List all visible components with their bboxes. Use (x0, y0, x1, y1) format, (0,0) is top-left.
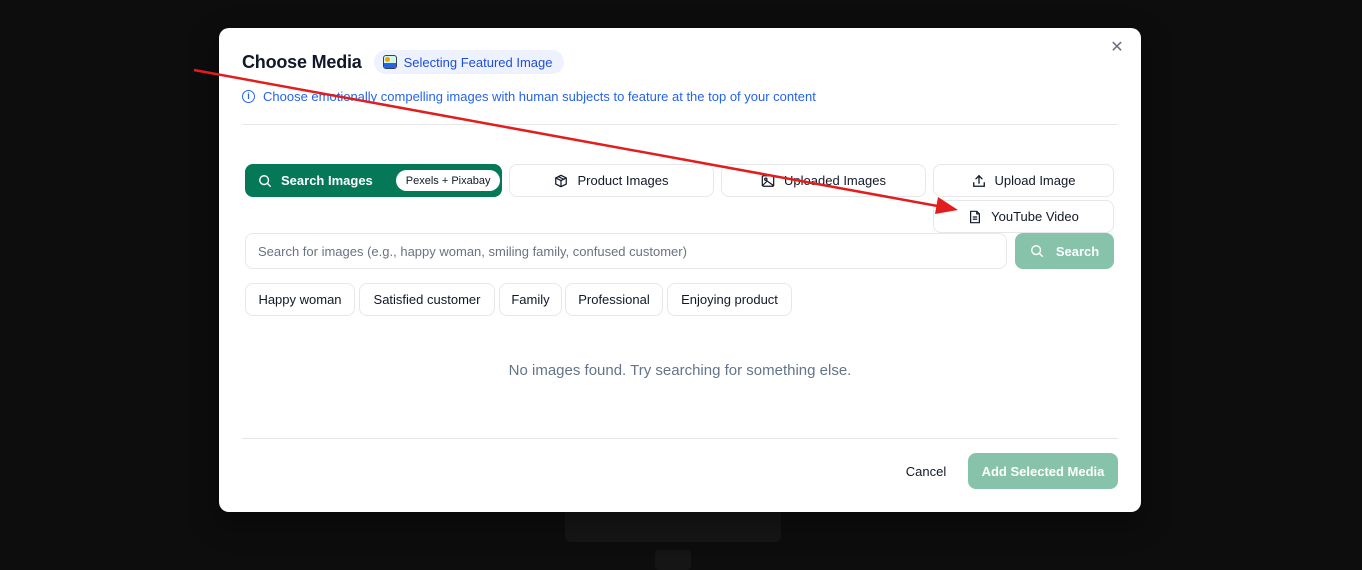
hint-label: Choose emotionally compelling images wit… (263, 89, 816, 104)
image-icon (382, 55, 397, 69)
close-icon[interactable]: ✕ (1109, 40, 1125, 56)
header-divider (242, 124, 1118, 125)
tab-search-images[interactable]: Search Images Pexels + Pixabay (245, 164, 502, 197)
add-selected-media-button[interactable]: Add Selected Media (968, 453, 1118, 489)
search-icon (259, 174, 272, 187)
search-icon (1030, 245, 1043, 258)
tab-upload-image-label: Upload Image (994, 173, 1076, 188)
package-icon (555, 174, 568, 187)
hint-text: i Choose emotionally compelling images w… (242, 89, 816, 104)
modal-header: Choose Media Selecting Featured Image (242, 50, 564, 74)
suggestion-chip[interactable]: Family (499, 283, 562, 316)
featured-image-badge-label: Selecting Featured Image (403, 54, 553, 70)
background-icon (655, 550, 691, 570)
tab-youtube-video-label: YouTube Video (991, 209, 1079, 224)
search-button[interactable]: Search (1015, 233, 1114, 269)
empty-state-message: No images found. Try searching for somet… (508, 362, 852, 379)
image-icon (761, 174, 775, 187)
tab-uploaded-images-label: Uploaded Images (784, 173, 886, 188)
tab-product-images-label: Product Images (577, 173, 669, 188)
choose-media-modal: ✕ Choose Media Selecting Featured Image … (219, 28, 1141, 512)
info-icon: i (242, 90, 255, 103)
suggestion-chip[interactable]: Satisfied customer (359, 283, 495, 316)
cancel-button[interactable]: Cancel (894, 453, 958, 489)
search-input[interactable] (245, 233, 1007, 269)
document-icon (970, 210, 981, 223)
suggestion-chip[interactable]: Professional (565, 283, 663, 316)
tab-product-images[interactable]: Product Images (509, 164, 714, 197)
modal-title: Choose Media (242, 51, 362, 72)
suggestion-chip[interactable]: Enjoying product (667, 283, 792, 316)
featured-image-badge: Selecting Featured Image (373, 50, 564, 74)
tab-youtube-video[interactable]: YouTube Video (933, 200, 1114, 233)
tab-upload-image[interactable]: Upload Image (933, 164, 1114, 197)
tab-search-images-label: Search Images (281, 173, 373, 188)
search-button-label: Search (1055, 243, 1100, 259)
suggestion-chip[interactable]: Happy woman (245, 283, 355, 316)
footer-divider (242, 438, 1118, 439)
source-pill: Pexels + Pixabay (395, 170, 501, 191)
tab-uploaded-images[interactable]: Uploaded Images (721, 164, 926, 197)
upload-icon (972, 174, 985, 187)
